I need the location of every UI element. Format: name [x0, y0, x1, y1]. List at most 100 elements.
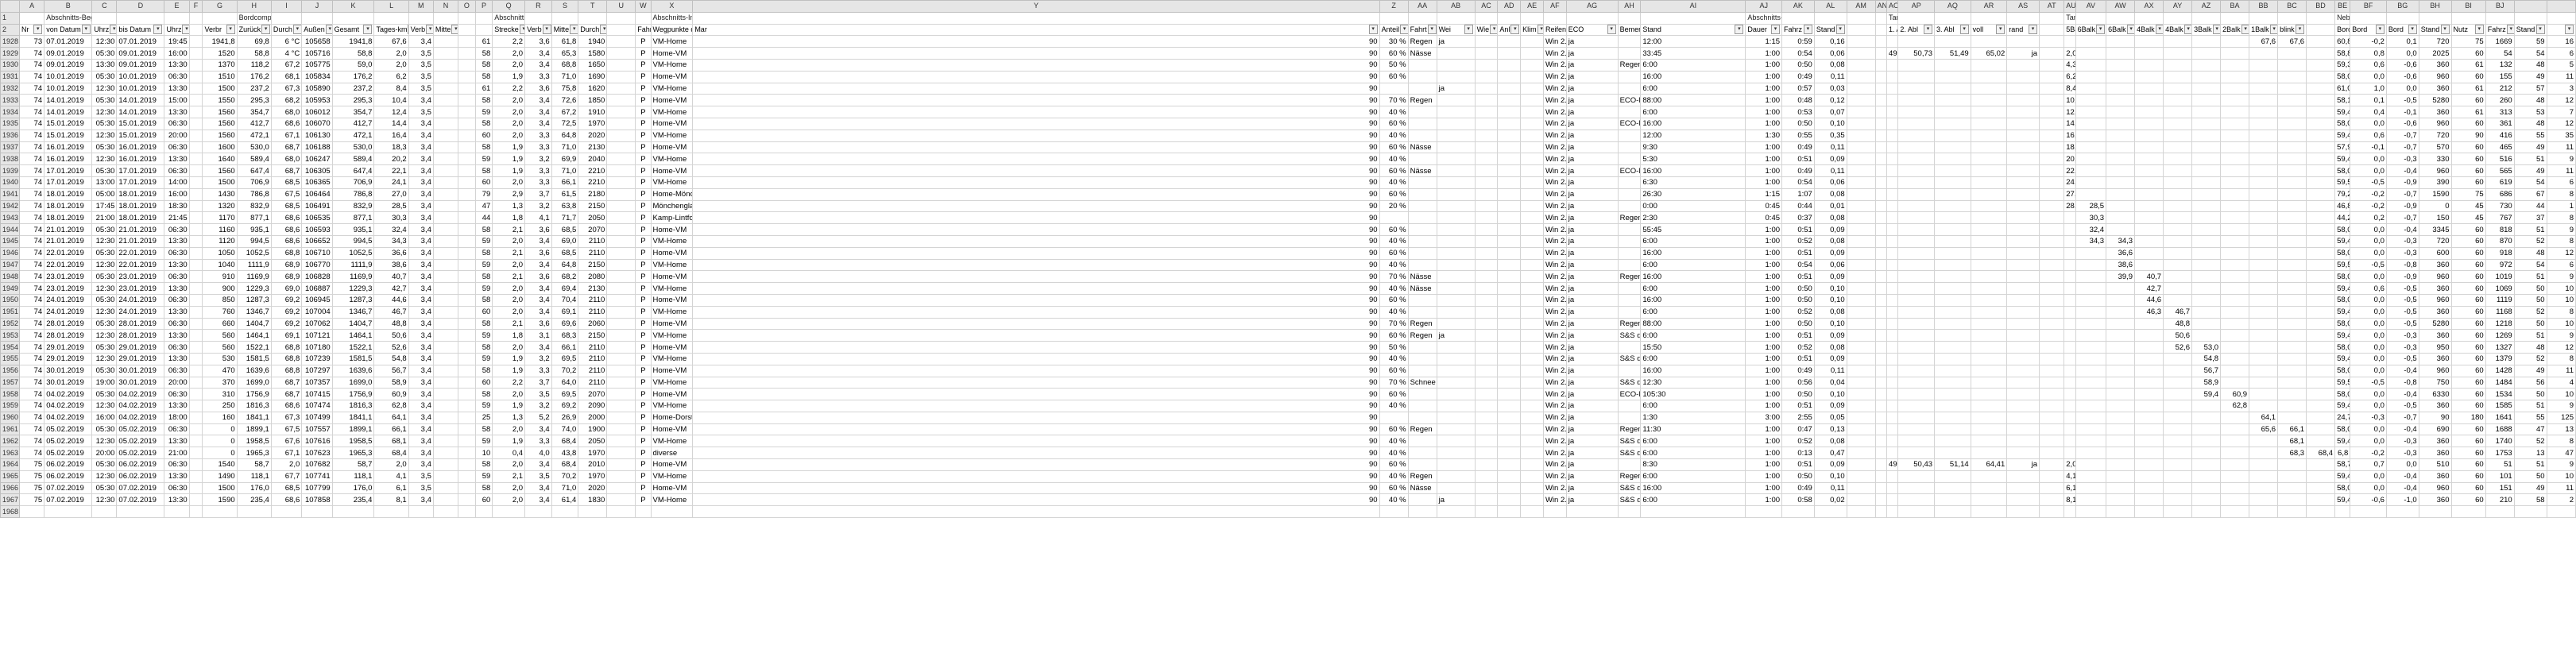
- table-cell[interactable]: [1886, 305, 1899, 319]
- table-cell[interactable]: 107004: [301, 305, 333, 319]
- table-cell[interactable]: P: [635, 129, 652, 142]
- table-cell[interactable]: 1581,5: [236, 352, 272, 365]
- table-cell[interactable]: 05:30: [91, 94, 118, 107]
- column-header[interactable]: AP: [1897, 0, 1936, 13]
- table-cell[interactable]: [1934, 317, 1971, 331]
- table-cell[interactable]: Home-VM: [650, 481, 694, 495]
- table-cell[interactable]: ja: [1565, 234, 1619, 248]
- table-cell[interactable]: [432, 176, 459, 189]
- table-cell[interactable]: 107682: [301, 458, 333, 471]
- table-cell[interactable]: [1474, 423, 1499, 436]
- table-cell[interactable]: 43,8: [551, 447, 579, 460]
- table-cell[interactable]: 0,1: [2350, 94, 2387, 107]
- table-cell[interactable]: 58,0: [2334, 270, 2351, 284]
- table-cell[interactable]: VM-Home: [650, 282, 694, 295]
- table-cell[interactable]: 1970: [578, 447, 608, 460]
- table-cell[interactable]: [2191, 234, 2222, 248]
- table-cell[interactable]: 14.01.2019: [116, 94, 165, 107]
- table-cell[interactable]: 1: [2546, 199, 2576, 213]
- table-cell[interactable]: 0,6: [2350, 58, 2387, 72]
- table-cell[interactable]: Win 2.7: [1542, 129, 1567, 142]
- table-cell[interactable]: [2006, 117, 2040, 130]
- table-cell[interactable]: 1699,0: [236, 376, 272, 389]
- table-cell[interactable]: [2075, 82, 2107, 95]
- table-cell[interactable]: 14:00: [164, 176, 190, 189]
- table-cell[interactable]: 1040: [202, 258, 238, 272]
- group-header-cell[interactable]: [1474, 11, 1499, 25]
- table-cell[interactable]: 1:30: [1640, 411, 1746, 424]
- table-cell[interactable]: [2006, 211, 2040, 225]
- table-cell[interactable]: 68,8: [270, 352, 303, 365]
- table-cell[interactable]: ja: [1565, 82, 1619, 95]
- table-cell[interactable]: [1497, 282, 1522, 295]
- table-cell[interactable]: [1934, 493, 1971, 507]
- table-cell[interactable]: 59,3: [2334, 58, 2351, 72]
- table-cell[interactable]: 75,8: [551, 82, 579, 95]
- row-header[interactable]: 1961: [0, 423, 20, 436]
- table-cell[interactable]: [1474, 505, 1499, 519]
- table-cell[interactable]: 1,9: [492, 435, 526, 448]
- table-cell[interactable]: [2220, 341, 2250, 354]
- table-cell[interactable]: 877,1: [331, 211, 375, 225]
- table-cell[interactable]: [2249, 223, 2279, 236]
- table-cell[interactable]: 6:00: [1640, 234, 1746, 248]
- table-cell[interactable]: -0,1: [2385, 106, 2419, 118]
- row-header[interactable]: 1946: [0, 246, 20, 260]
- table-cell[interactable]: [1436, 411, 1476, 424]
- table-cell[interactable]: [606, 211, 636, 225]
- table-cell[interactable]: 1958,5: [236, 435, 272, 448]
- table-cell[interactable]: [2220, 141, 2250, 154]
- table-cell[interactable]: 0,0: [2350, 246, 2387, 260]
- table-cell[interactable]: [1886, 141, 1899, 154]
- table-cell[interactable]: 8:30: [1640, 458, 1746, 471]
- table-cell[interactable]: [2006, 35, 2040, 48]
- table-cell[interactable]: [2220, 493, 2250, 507]
- table-cell[interactable]: [2075, 388, 2107, 401]
- table-cell[interactable]: 40 %: [1379, 258, 1409, 272]
- table-cell[interactable]: 1:00: [1745, 305, 1783, 319]
- table-cell[interactable]: [1497, 58, 1522, 72]
- table-cell[interactable]: [1846, 447, 1876, 460]
- column-filter-header[interactable]: Bemerkungen▾: [1617, 23, 1642, 37]
- table-cell[interactable]: 13:30: [164, 400, 190, 412]
- table-cell[interactable]: -0,5: [2350, 376, 2387, 389]
- table-cell[interactable]: [2191, 82, 2222, 95]
- table-cell[interactable]: [2277, 364, 2307, 377]
- table-cell[interactable]: [1897, 364, 1936, 377]
- table-cell[interactable]: [1897, 305, 1936, 319]
- table-cell[interactable]: [2134, 493, 2164, 507]
- table-cell[interactable]: -0,7: [2385, 188, 2419, 201]
- table-cell[interactable]: [1970, 94, 2008, 107]
- table-cell[interactable]: 60 %: [1379, 293, 1409, 307]
- table-cell[interactable]: 107062: [301, 317, 333, 331]
- table-cell[interactable]: [1970, 352, 2008, 365]
- table-cell[interactable]: [2249, 82, 2279, 95]
- table-cell[interactable]: 106652: [301, 234, 333, 248]
- table-cell[interactable]: -0,6: [2385, 70, 2419, 83]
- table-cell[interactable]: 0:50: [1781, 282, 1815, 295]
- table-cell[interactable]: [2163, 106, 2193, 118]
- table-cell[interactable]: [1520, 246, 1544, 260]
- table-cell[interactable]: 51: [2513, 458, 2547, 471]
- column-header[interactable]: AV: [2075, 0, 2107, 13]
- table-cell[interactable]: 3,5: [408, 70, 434, 83]
- table-cell[interactable]: [1897, 352, 1936, 365]
- table-cell[interactable]: 1:07: [1781, 188, 1815, 201]
- table-cell[interactable]: -0,4: [2385, 164, 2419, 177]
- table-cell[interactable]: [2106, 117, 2136, 130]
- table-cell[interactable]: -0,7: [2385, 411, 2419, 424]
- table-cell[interactable]: 2,1: [492, 470, 526, 483]
- table-cell[interactable]: 09.01.2019: [116, 47, 165, 60]
- table-cell[interactable]: Win 2.7: [1542, 258, 1567, 272]
- table-cell[interactable]: [2163, 493, 2193, 507]
- table-cell[interactable]: Home-VM: [650, 293, 694, 307]
- table-cell[interactable]: [2106, 94, 2136, 107]
- table-cell[interactable]: 10.01.2019: [116, 82, 165, 95]
- group-header-cell[interactable]: [2006, 11, 2040, 25]
- table-cell[interactable]: 1:00: [1745, 435, 1783, 448]
- table-cell[interactable]: [1886, 423, 1899, 436]
- table-cell[interactable]: [2064, 223, 2076, 236]
- table-cell[interactable]: [1846, 493, 1876, 507]
- table-cell[interactable]: 0,05: [1813, 411, 1847, 424]
- table-cell[interactable]: 0:51: [1781, 153, 1815, 166]
